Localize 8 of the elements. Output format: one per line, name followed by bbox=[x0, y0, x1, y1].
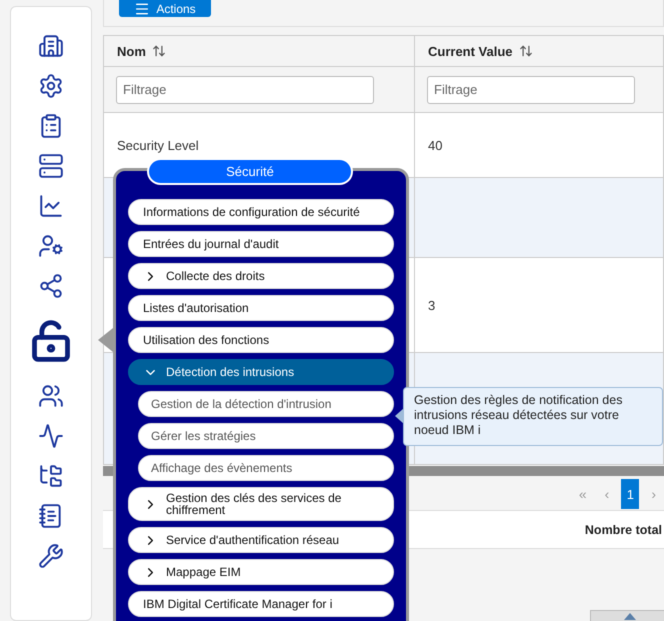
menu-title: Sécurité bbox=[147, 158, 353, 185]
tooltip: Gestion des règles de notification des intrusions réseau détectées sur votre noeud IBM i bbox=[403, 387, 663, 446]
cell-text: 40 bbox=[428, 138, 442, 152]
cell-text: Security Level bbox=[117, 138, 199, 152]
column-label: Nom bbox=[117, 44, 146, 58]
cell-text: 3 bbox=[428, 298, 436, 312]
total-label: Nombre total bbox=[584, 522, 662, 536]
column-label: Current Value bbox=[428, 44, 513, 58]
